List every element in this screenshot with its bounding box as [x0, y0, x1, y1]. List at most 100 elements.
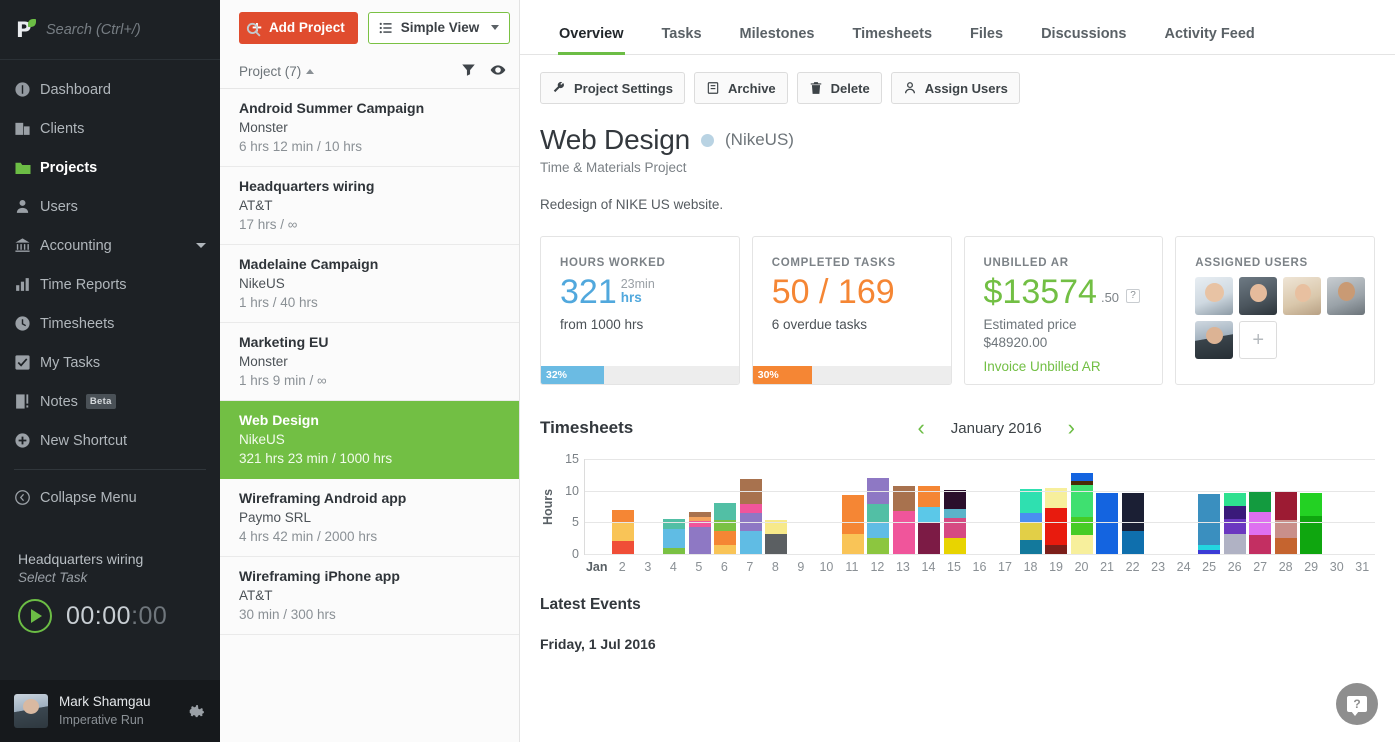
help-tooltip-icon[interactable]: ? — [1126, 288, 1141, 303]
sidebar-item-dashboard[interactable]: Dashboard — [0, 70, 220, 109]
list-item[interactable]: Wireframing iPhone app AT&T 30 min / 300… — [220, 557, 519, 635]
tab-activity-feed[interactable]: Activity Feed — [1145, 26, 1273, 54]
project-settings-button[interactable]: Project Settings — [540, 72, 685, 104]
chart-bar-column[interactable] — [1197, 459, 1222, 554]
project-list-header-icons — [461, 62, 506, 81]
filter-icon[interactable] — [461, 62, 476, 81]
view-mode-dropdown[interactable]: Simple View — [367, 11, 511, 44]
tab-timesheets[interactable]: Timesheets — [833, 26, 951, 54]
tab-discussions[interactable]: Discussions — [1022, 26, 1145, 54]
chart-bar-column[interactable] — [1171, 459, 1196, 554]
chart-bar-column[interactable] — [738, 459, 763, 554]
chart-bar-column[interactable] — [1248, 459, 1273, 554]
timer-project-name[interactable]: Headquarters wiring — [18, 551, 202, 567]
tab-overview[interactable]: Overview — [540, 26, 643, 55]
chart-bar-column[interactable] — [1273, 459, 1298, 554]
chart-bar-column[interactable] — [814, 459, 839, 554]
chart-bar-column[interactable] — [942, 459, 967, 554]
sidebar-item-collapse-menu[interactable]: Collapse Menu — [0, 478, 220, 517]
list-item[interactable]: Madelaine Campaign NikeUS 1 hrs / 40 hrs — [220, 245, 519, 323]
tab-files[interactable]: Files — [951, 26, 1022, 54]
list-item[interactable]: Android Summer Campaign Monster 6 hrs 12… — [220, 89, 519, 167]
sidebar-item-timesheets[interactable]: Timesheets — [0, 304, 220, 343]
chart-bar-column[interactable] — [1146, 459, 1171, 554]
chart-bar-column[interactable] — [865, 459, 890, 554]
sidebar-item-new-shortcut[interactable]: New Shortcut — [0, 421, 220, 460]
search-icon[interactable] — [245, 21, 262, 38]
chart-bar-column[interactable] — [1222, 459, 1247, 554]
user-profile-bar[interactable]: Mark Shamgau Imperative Run — [0, 680, 220, 742]
chart-bar-segment — [739, 531, 762, 554]
user-icon — [14, 198, 40, 215]
avatar[interactable] — [1195, 277, 1234, 315]
chart-bar-column[interactable] — [789, 459, 814, 554]
gear-icon[interactable] — [189, 703, 206, 720]
chart-bar-segment — [1274, 537, 1297, 554]
archive-button[interactable]: Archive — [693, 72, 788, 104]
avatar[interactable] — [1239, 277, 1278, 315]
chart-x-tick: 31 — [1355, 560, 1370, 574]
chart-bar-column[interactable] — [1324, 459, 1349, 554]
chart-bar-column[interactable] — [1018, 459, 1043, 554]
chart-bar-column[interactable] — [763, 459, 788, 554]
chart-bar-column[interactable] — [585, 459, 610, 554]
sidebar-item-clients[interactable]: Clients — [0, 109, 220, 148]
chart-bar-column[interactable] — [1120, 459, 1145, 554]
project-count-label[interactable]: Project (7) — [239, 64, 301, 79]
eye-icon[interactable] — [490, 62, 506, 81]
tab-tasks[interactable]: Tasks — [643, 26, 721, 54]
sidebar-item-users[interactable]: Users — [0, 187, 220, 226]
chart-bar-column[interactable] — [1044, 459, 1069, 554]
chart-bar-column[interactable] — [916, 459, 941, 554]
assigned-users-avatars: + — [1176, 269, 1366, 359]
tab-milestones[interactable]: Milestones — [721, 26, 834, 54]
sidebar-nav: Dashboard Clients Projects Users Account… — [0, 60, 220, 517]
chart-bar-column[interactable] — [967, 459, 992, 554]
sidebar-item-accounting[interactable]: Accounting — [0, 226, 220, 265]
chart-bar-column[interactable] — [1299, 459, 1324, 554]
invoice-unbilled-ar-link[interactable]: Invoice Unbilled AR — [984, 359, 1163, 374]
next-month-icon[interactable]: › — [1068, 417, 1075, 439]
chart-bar-column[interactable] — [840, 459, 865, 554]
chart-bar-column[interactable] — [1350, 459, 1375, 554]
chart-bar-column[interactable] — [610, 459, 635, 554]
chart-bar-column[interactable] — [687, 459, 712, 554]
action-label: Delete — [830, 80, 870, 96]
sidebar-item-my-tasks[interactable]: My Tasks — [0, 343, 220, 382]
chart-bar-column[interactable] — [1069, 459, 1094, 554]
timer-task-selector[interactable]: Select Task — [18, 570, 202, 585]
list-item-selected[interactable]: Web Design NikeUS 321 hrs 23 min / 1000 … — [220, 401, 519, 479]
chart-bar-column[interactable] — [636, 459, 661, 554]
avatar[interactable] — [1195, 321, 1234, 359]
tab-label: Tasks — [661, 26, 702, 42]
avatar[interactable] — [1327, 277, 1366, 315]
delete-button[interactable]: Delete — [796, 72, 882, 104]
chart-x-tick: 2 — [618, 560, 626, 574]
help-button[interactable]: ? — [1336, 683, 1378, 725]
add-user-button[interactable]: + — [1239, 321, 1278, 359]
chart-x-tick: Jan — [585, 560, 608, 574]
chart-bar-column[interactable] — [1095, 459, 1120, 554]
project-description: Redesign of NIKE US website. — [540, 197, 724, 212]
search-input[interactable] — [46, 21, 235, 38]
sidebar-item-time-reports[interactable]: Time Reports — [0, 265, 220, 304]
chart-bar-column[interactable] — [661, 459, 686, 554]
chart-bar-column[interactable] — [712, 459, 737, 554]
list-item[interactable]: Headquarters wiring AT&T 17 hrs / ∞ — [220, 167, 519, 245]
chevron-down-icon[interactable] — [196, 243, 206, 248]
sort-ascending-icon[interactable] — [306, 69, 315, 74]
list-item[interactable]: Wireframing Android app Paymo SRL 4 hrs … — [220, 479, 519, 557]
chart-bar-column[interactable] — [891, 459, 916, 554]
assign-user-icon — [903, 81, 917, 95]
timer-play-button[interactable] — [18, 599, 52, 633]
sidebar-item-notes[interactable]: Notes Beta — [0, 382, 220, 421]
chart-x-tick: 13 — [895, 560, 910, 574]
sidebar-item-projects[interactable]: Projects — [0, 148, 220, 187]
assign-users-button[interactable]: Assign Users — [890, 72, 1020, 104]
avatar[interactable] — [1283, 277, 1322, 315]
chart-bar-column[interactable] — [993, 459, 1018, 554]
wrench-icon — [552, 81, 566, 95]
prev-month-icon[interactable]: ‹ — [917, 417, 924, 439]
chart-bar — [892, 485, 915, 554]
list-item[interactable]: Marketing EU Monster 1 hrs 9 min / ∞ — [220, 323, 519, 401]
